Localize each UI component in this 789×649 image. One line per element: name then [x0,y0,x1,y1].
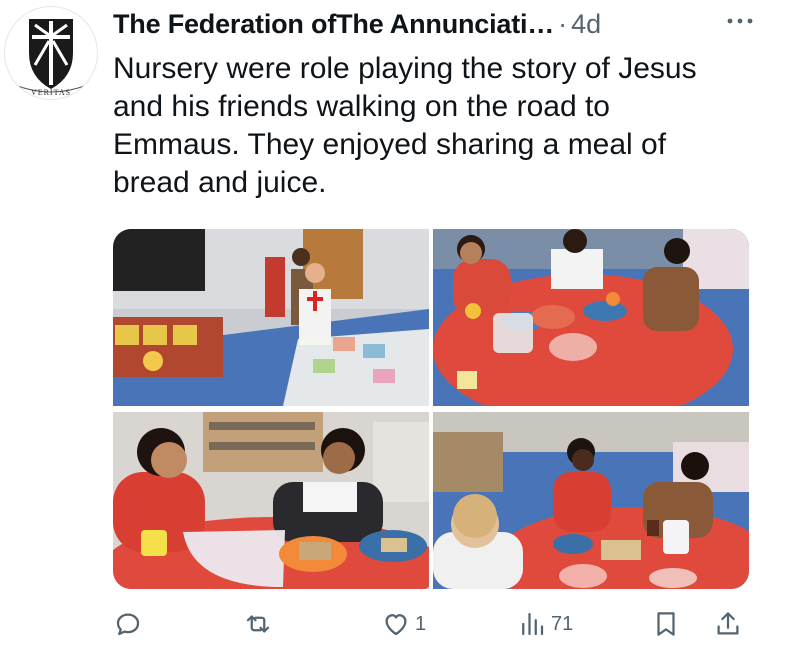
like-button[interactable]: 1 [381,604,426,644]
share-button[interactable] [713,604,743,644]
photo-children-sharing-meal[interactable] [433,412,749,589]
reply-button[interactable] [113,604,143,644]
view-count: 71 [551,612,574,635]
views-button[interactable]: 71 [517,604,573,644]
author-name[interactable]: The Federation ofThe Annunciati… [113,9,554,40]
tweet-text: Nursery were role playing the story of J… [113,50,753,202]
photo-girl-and-boy-eating[interactable] [113,412,429,589]
media-grid [113,229,749,589]
reply-icon [116,613,140,636]
bookmark-button[interactable] [651,604,681,644]
tweet-text-line: Emmaus. They enjoyed sharing a meal of [113,128,667,161]
separator-dot: · [558,8,568,39]
school-crest-icon: VERITAS [14,19,88,99]
tweet-text-line: and his friends walking on the road to [113,90,610,123]
tweet-text-line: Nursery were role playing the story of J… [113,52,697,85]
repost-icon [246,615,270,633]
tweet-header: The Federation ofThe Annunciati… · 4d [113,4,783,44]
views-icon [522,612,544,636]
action-bar: 1 71 [113,604,753,644]
crest-motto: VERITAS [31,88,71,97]
avatar[interactable]: VERITAS [4,6,98,100]
like-count: 1 [415,612,427,635]
post-time[interactable]: 4d [571,9,601,40]
heart-icon [385,614,407,636]
bookmark-icon [657,612,675,636]
repost-button[interactable] [243,604,273,644]
photo-children-at-red-table[interactable] [433,229,749,406]
ellipsis-icon[interactable] [727,8,753,31]
share-icon [717,612,739,635]
tweet-text-line: bread and juice. [113,166,327,199]
photo-role-play-classroom[interactable] [113,229,429,406]
